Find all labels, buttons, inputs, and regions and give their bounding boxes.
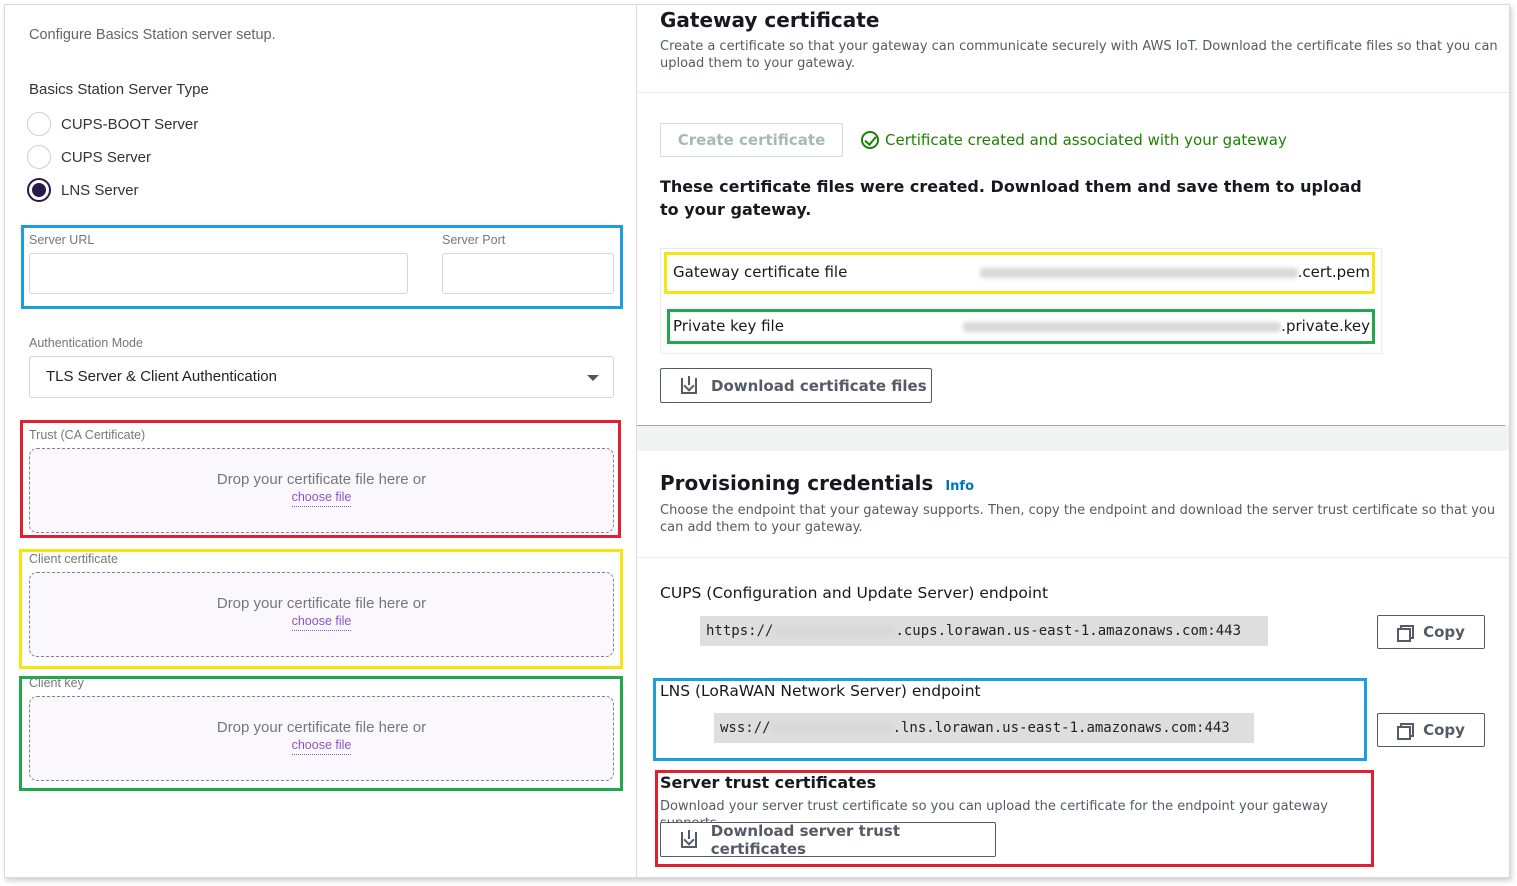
radio-button-selected[interactable] xyxy=(27,178,51,202)
success-message: Certificate created and associated with … xyxy=(861,131,1287,149)
download-icon xyxy=(681,829,697,848)
server-port-input[interactable] xyxy=(442,253,614,294)
provisioning-credentials-desc: Choose the endpoint that your gateway su… xyxy=(660,503,1496,535)
private-key-file-row: Private key file .private.key xyxy=(673,317,1370,335)
lns-endpoint-value: wss:// .lns.lorawan.us-east-1.amazonaws.c… xyxy=(714,713,1254,743)
file-label: Private key file xyxy=(673,317,784,335)
trust-ca-label: Trust (CA Certificate) xyxy=(29,428,146,442)
lns-endpoint-label: LNS (LoRaWAN Network Server) endpoint xyxy=(660,682,981,700)
radio-button[interactable] xyxy=(27,112,51,136)
choose-file-link[interactable]: choose file xyxy=(291,490,352,507)
radio-label: CUPS Server xyxy=(61,148,152,166)
radio-label: CUPS-BOOT Server xyxy=(61,115,199,133)
setup-intro-text: Configure Basics Station server setup. xyxy=(29,27,276,43)
files-created-text: These certificate files were created. Do… xyxy=(660,177,1362,219)
redacted-id xyxy=(773,626,896,636)
section-divider xyxy=(637,557,1509,558)
provisioning-credentials-header: Provisioning credentials Info xyxy=(660,471,974,495)
check-circle-icon xyxy=(861,131,879,149)
file-name: .private.key xyxy=(963,317,1370,335)
client-key-label: Client key xyxy=(29,676,84,690)
file-suffix: .cert.pem xyxy=(1297,263,1370,281)
create-certificate-button[interactable]: Create certificate xyxy=(660,123,843,157)
chevron-down-icon xyxy=(587,375,599,381)
trust-ca-dropzone[interactable]: Drop your certificate file here or choos… xyxy=(29,448,614,533)
dropzone-text: Drop your certificate file here or xyxy=(216,595,427,612)
server-url-input[interactable] xyxy=(29,253,408,294)
endpoint-suffix: .cups.lorawan.us-east-1.amazonaws.com:44… xyxy=(895,623,1242,639)
radio-cups-boot-server[interactable]: CUPS-BOOT Server xyxy=(27,112,198,136)
button-label: Copy xyxy=(1423,721,1465,739)
dropzone-text: Drop your certificate file here or xyxy=(216,471,427,488)
choose-file-link[interactable]: choose file xyxy=(291,738,352,755)
section-divider xyxy=(637,92,1509,93)
button-label: Download certificate files xyxy=(711,376,927,395)
auth-mode-select[interactable]: TLS Server & Client Authentication xyxy=(29,356,614,398)
cups-endpoint-label: CUPS (Configuration and Update Server) e… xyxy=(660,584,1049,602)
copy-icon xyxy=(1397,625,1415,642)
client-certificate-label: Client certificate xyxy=(29,552,118,566)
gateway-certificate-title: Gateway certificate xyxy=(660,8,880,32)
cups-endpoint-value: https:// .cups.lorawan.us-east-1.amazonaw… xyxy=(700,616,1268,646)
endpoint-prefix: wss:// xyxy=(720,720,771,736)
auth-mode-value: TLS Server & Client Authentication xyxy=(46,368,277,385)
redacted-id xyxy=(979,267,1298,278)
server-trust-certificates-title: Server trust certificates xyxy=(660,773,877,792)
radio-label: LNS Server xyxy=(61,181,139,199)
basics-station-setup-panel: Configure Basics Station server setup. B… xyxy=(5,5,636,877)
auth-mode-label: Authentication Mode xyxy=(29,336,143,350)
gateway-certificate-file-row: Gateway certificate file .cert.pem xyxy=(673,263,1370,281)
radio-lns-server[interactable]: LNS Server xyxy=(27,178,139,202)
server-url-label: Server URL xyxy=(29,233,95,247)
redacted-id xyxy=(963,321,1282,332)
dropzone-text: Drop your certificate file here or xyxy=(216,719,427,736)
gateway-certificate-desc: Create a certificate so that your gatewa… xyxy=(660,39,1498,71)
choose-file-link[interactable]: choose file xyxy=(291,614,352,631)
file-label: Gateway certificate file xyxy=(673,263,848,281)
copy-lns-endpoint-button[interactable]: Copy xyxy=(1377,713,1485,747)
server-type-label: Basics Station Server Type xyxy=(29,81,209,98)
provisioning-credentials-title: Provisioning credentials xyxy=(660,471,934,495)
section-gap xyxy=(637,425,1509,451)
client-key-dropzone[interactable]: Drop your certificate file here or choos… xyxy=(29,696,614,781)
success-text: Certificate created and associated with … xyxy=(885,131,1287,149)
download-icon xyxy=(681,375,697,394)
info-link[interactable]: Info xyxy=(945,479,974,494)
file-suffix: .private.key xyxy=(1281,317,1370,335)
endpoint-suffix: .lns.lorawan.us-east-1.amazonaws.com:443 xyxy=(892,720,1230,736)
download-certificate-files-button[interactable]: Download certificate files xyxy=(660,368,932,403)
redacted-id xyxy=(770,723,893,733)
section-divider xyxy=(637,425,1505,426)
button-label: Copy xyxy=(1423,623,1465,641)
gateway-certificate-panel: Gateway certificate Create a certificate… xyxy=(637,5,1509,877)
endpoint-prefix: https:// xyxy=(706,623,774,639)
copy-cups-endpoint-button[interactable]: Copy xyxy=(1377,615,1485,649)
button-label: Download server trust certificates xyxy=(710,821,901,858)
file-name: .cert.pem xyxy=(979,263,1370,281)
screenshot-frame: Configure Basics Station server setup. B… xyxy=(4,4,1510,878)
download-server-trust-certificates-button[interactable]: Download server trust certificates xyxy=(660,821,996,858)
client-certificate-dropzone[interactable]: Drop your certificate file here or choos… xyxy=(29,572,614,657)
radio-cups-server[interactable]: CUPS Server xyxy=(27,145,151,169)
copy-icon xyxy=(1397,723,1415,740)
server-port-label: Server Port xyxy=(442,233,506,247)
radio-button[interactable] xyxy=(27,145,51,169)
